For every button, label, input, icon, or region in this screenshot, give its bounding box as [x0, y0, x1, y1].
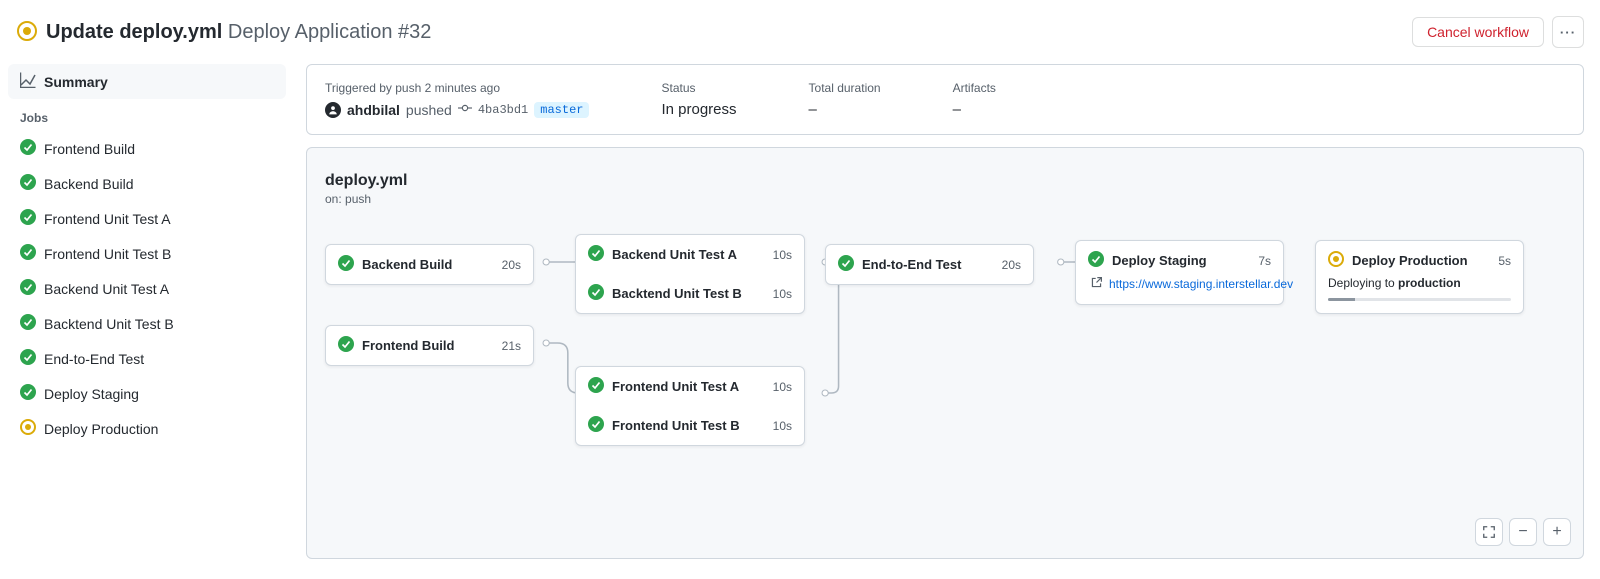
node-time: 5s [1498, 254, 1511, 268]
actions-kebab-button[interactable]: ··· [1552, 16, 1584, 48]
check-icon [20, 209, 36, 228]
job-label: Backend Build [44, 176, 134, 192]
job-label: Backend Unit Test A [44, 281, 169, 297]
sidebar-item-job[interactable]: Frontend Unit Test A [8, 201, 286, 236]
graph-icon [20, 72, 36, 91]
node-label: Frontend Build [362, 338, 494, 353]
graph-toolbar: − + [1475, 518, 1571, 546]
check-icon [20, 279, 36, 298]
sidebar-item-job[interactable]: Backend Build [8, 166, 286, 201]
zoom-in-button[interactable]: + [1543, 518, 1571, 546]
fullscreen-button[interactable] [1475, 518, 1503, 546]
status-label: Status [661, 81, 736, 95]
artifacts-label: Artifacts [953, 81, 996, 95]
graph-node-e2e[interactable]: End-to-End Test 20s [825, 244, 1034, 285]
node-time: 20s [502, 258, 521, 272]
check-icon [588, 284, 604, 303]
check-icon [20, 384, 36, 403]
summary-label: Summary [44, 74, 108, 90]
actor-avatar [325, 102, 341, 118]
commit-sha[interactable]: 4ba3bd1 [478, 103, 528, 117]
run-info-panel: Triggered by push 2 minutes ago ahdbilal… [306, 64, 1584, 135]
deploy-url[interactable]: https://www.staging.interstellar.dev [1109, 277, 1293, 291]
job-label: End-to-End Test [44, 351, 144, 367]
in-progress-icon [1328, 251, 1344, 270]
check-icon [338, 255, 354, 274]
graph-area[interactable]: Backend Build 20s Frontend Build 21s Bac… [325, 238, 1565, 498]
node-time: 10s [773, 248, 792, 262]
duration-label: Total duration [809, 81, 881, 95]
node-time: 10s [773, 419, 792, 433]
node-label: Backtend Unit Test B [612, 286, 765, 301]
pushed-text: pushed [406, 102, 452, 118]
node-label: Deploy Production [1352, 253, 1490, 268]
title-primary: Update deploy.yml [46, 21, 222, 43]
graph-node-deploy-staging[interactable]: Deploy Staging 7s https://www.staging.in… [1075, 240, 1284, 305]
check-icon [20, 139, 36, 158]
status-value: In progress [661, 101, 736, 118]
node-label: Backend Unit Test A [612, 247, 765, 262]
check-icon [20, 244, 36, 263]
check-icon [338, 336, 354, 355]
in-progress-icon [20, 419, 36, 438]
node-label: Frontend Unit Test A [612, 379, 765, 394]
node-time: 10s [773, 380, 792, 394]
sidebar-item-summary[interactable]: Summary [8, 64, 286, 99]
job-label: Deploy Production [44, 421, 158, 437]
job-label: Frontend Unit Test A [44, 211, 171, 227]
sidebar-item-job[interactable]: Frontend Unit Test B [8, 236, 286, 271]
check-icon [20, 314, 36, 333]
deploy-progress [1328, 298, 1511, 301]
sidebar: Summary Jobs Frontend Build Backend Build… [8, 64, 286, 446]
node-time: 21s [502, 339, 521, 353]
jobs-heading: Jobs [8, 99, 286, 131]
zoom-out-button[interactable]: − [1509, 518, 1537, 546]
workflow-trigger: on: push [325, 192, 1565, 206]
sidebar-item-job[interactable]: End-to-End Test [8, 341, 286, 376]
commit-icon [458, 101, 472, 118]
run-status-icon [16, 20, 38, 45]
triggered-label: Triggered by push 2 minutes ago [325, 81, 589, 95]
job-label: Backtend Unit Test B [44, 316, 174, 332]
deploy-subtext: Deploying to production [1328, 276, 1511, 290]
graph-node-backend-build[interactable]: Backend Build 20s [325, 244, 534, 285]
node-time: 10s [773, 287, 792, 301]
check-icon [20, 174, 36, 193]
check-icon [588, 416, 604, 435]
workflow-graph-panel: deploy.yml on: push [306, 147, 1584, 559]
check-icon [838, 255, 854, 274]
node-label: Deploy Staging [1112, 253, 1250, 268]
branch-pill[interactable]: master [534, 102, 589, 118]
graph-node-frontend-tests[interactable]: Frontend Unit Test A 10s Frontend Unit T… [575, 366, 805, 446]
job-label: Frontend Build [44, 141, 135, 157]
sidebar-item-job[interactable]: Frontend Build [8, 131, 286, 166]
cancel-workflow-button[interactable]: Cancel workflow [1412, 17, 1544, 47]
graph-node-frontend-build[interactable]: Frontend Build 21s [325, 325, 534, 366]
graph-node-deploy-production[interactable]: Deploy Production 5s Deploying to produc… [1315, 240, 1524, 314]
check-icon [1088, 251, 1104, 270]
kebab-icon: ··· [1560, 25, 1576, 40]
check-icon [20, 349, 36, 368]
node-label: Frontend Unit Test B [612, 418, 765, 433]
sidebar-item-job[interactable]: Backtend Unit Test B [8, 306, 286, 341]
job-label: Frontend Unit Test B [44, 246, 171, 262]
page-title: Update deploy.yml Deploy Application #32 [46, 20, 431, 45]
sidebar-item-job[interactable]: Backend Unit Test A [8, 271, 286, 306]
node-time: 7s [1258, 254, 1271, 268]
actor-name[interactable]: ahdbilal [347, 102, 400, 118]
graph-node-backend-tests[interactable]: Backend Unit Test A 10s Backtend Unit Te… [575, 234, 805, 314]
artifacts-value: – [953, 101, 996, 118]
external-link-icon [1090, 276, 1103, 292]
title-secondary: Deploy Application #32 [228, 21, 431, 43]
workflow-name: deploy.yml [325, 172, 1565, 190]
duration-value: – [809, 101, 881, 118]
sidebar-item-job[interactable]: Deploy Staging [8, 376, 286, 411]
node-label: Backend Build [362, 257, 494, 272]
sidebar-item-job[interactable]: Deploy Production [8, 411, 286, 446]
node-time: 20s [1002, 258, 1021, 272]
job-label: Deploy Staging [44, 386, 139, 402]
check-icon [588, 377, 604, 396]
check-icon [588, 245, 604, 264]
node-label: End-to-End Test [862, 257, 994, 272]
